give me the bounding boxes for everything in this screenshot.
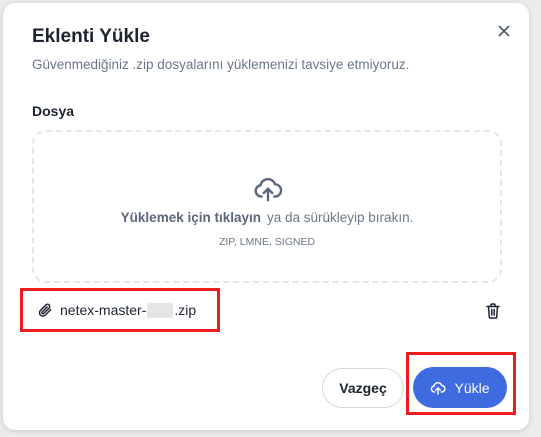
dialog-subtitle: Güvenmediğiniz .zip dosyalarını yüklemen… [32,57,410,72]
upload-button-highlight [406,352,516,415]
cloud-upload-icon [254,177,283,202]
file-name-prefix: netex-master- [60,302,147,318]
dialog-title: Eklenti Yükle [32,26,150,47]
drag-drop-text: ya da sürükleyip bırakın. [267,210,414,225]
file-name: netex-master- .zip [60,302,196,318]
file-name-suffix: .zip [174,302,197,318]
cancel-button[interactable]: Vazgeç [322,368,404,408]
click-to-upload-link[interactable]: Yüklemek için tıklayın [121,210,261,225]
file-dropzone[interactable]: Yüklemek için tıklayın ya da sürükleyip b… [32,130,502,283]
selected-file: netex-master- .zip [20,288,220,332]
dropzone-instructions: Yüklemek için tıklayın ya da sürükleyip b… [34,210,500,225]
paperclip-icon [38,303,52,317]
remove-file-button[interactable] [484,301,502,321]
close-button[interactable] [493,20,515,42]
trash-icon [486,303,500,319]
file-field-label: Dosya [32,103,75,119]
close-icon [498,25,510,37]
redacted-text [147,302,174,318]
allowed-file-types: ZIP, LMNE, SIGNED [218,236,316,248]
upload-plugin-dialog: Eklenti Yükle Güvenmediğiniz .zip dosyal… [3,3,529,430]
